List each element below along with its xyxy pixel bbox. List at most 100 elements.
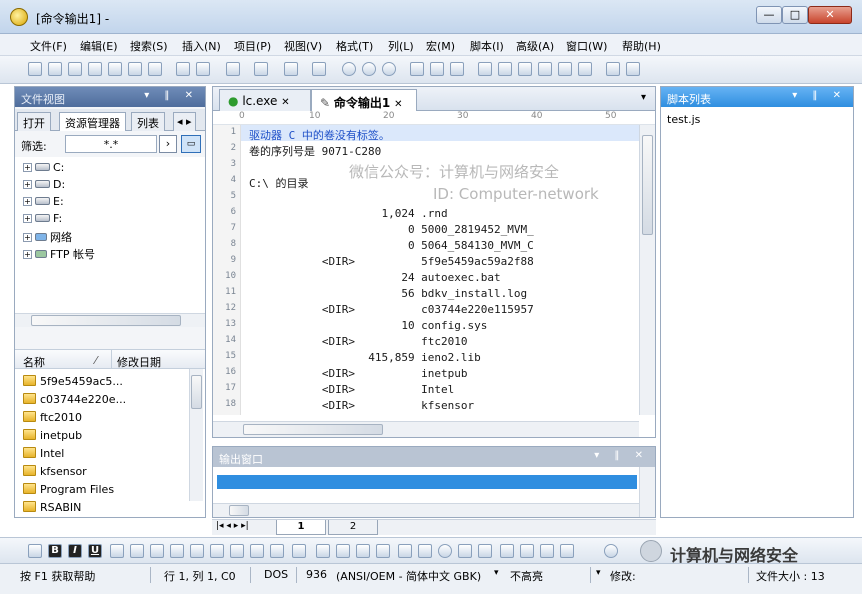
back-icon[interactable] [48,62,62,76]
tree-hscrollbar[interactable] [15,313,205,327]
sheet-tab-2[interactable]: 2 [328,520,378,535]
menu-column[interactable]: 列(L) [388,38,414,54]
play-macro-icon[interactable] [342,62,356,76]
form-icon[interactable] [292,544,306,558]
find-icon[interactable] [478,62,492,76]
split-horizontal-icon[interactable] [606,62,620,76]
list-item[interactable]: 5f9e5459ac5... [23,375,123,391]
tab-open[interactable]: 打开 [17,112,51,131]
heading-icon[interactable] [190,544,204,558]
filter-input[interactable]: *.* [65,135,157,153]
maximize-button[interactable]: □ [782,6,808,24]
sheet-nav-icon[interactable]: |◂ ◂ ▸ ▸| [216,521,249,531]
list-item[interactable]: kfsensor [23,465,87,481]
list-item[interactable]: RSABIN [23,501,81,515]
tab-command-output[interactable]: ✎ 命令输出1 ✕ [311,89,417,112]
hex-icon[interactable] [254,62,268,76]
list-item[interactable]: ftc2010 [23,411,82,427]
minimize-button[interactable]: — [756,6,782,24]
menu-macro[interactable]: 宏(M) [426,38,455,54]
print-preview-icon[interactable] [196,62,210,76]
align-right-icon[interactable] [250,544,264,558]
save-icon[interactable] [128,62,142,76]
menu-view[interactable]: 视图(V) [284,38,322,54]
cut-icon[interactable] [410,62,424,76]
tree-item-network[interactable]: + 网络 [23,229,72,245]
menu-format[interactable]: 格式(T) [336,38,373,54]
radio-icon[interactable] [438,544,452,558]
new-file-icon[interactable] [88,62,102,76]
record-macro-icon[interactable] [362,62,376,76]
bookmark-icon[interactable] [578,62,592,76]
comment-icon[interactable] [560,544,574,558]
pane-controls-icon[interactable]: ▾ ‖ ✕ [792,90,847,101]
sheet-tab-1[interactable]: 1 [276,520,326,535]
find-in-files-icon[interactable] [538,62,552,76]
tree-item-f[interactable]: + F: [23,212,62,228]
open-file-icon[interactable] [108,62,122,76]
button-icon[interactable] [356,544,370,558]
menu-advanced[interactable]: 高级(A) [516,38,554,54]
find-next-icon[interactable] [498,62,512,76]
media-icon[interactable] [478,544,492,558]
filter-go-icon[interactable]: › [159,135,177,153]
textbox-icon[interactable] [336,544,350,558]
status-codepage[interactable]: 936 [306,568,327,581]
link-icon[interactable] [520,544,534,558]
editor-vscrollbar[interactable] [639,125,655,415]
align-left-icon[interactable] [210,544,224,558]
list-icon[interactable] [150,544,164,558]
tab-list[interactable]: 列表 [131,112,165,131]
tree-item-d[interactable]: + D: [23,178,65,194]
goto-icon[interactable] [558,62,572,76]
menu-file[interactable]: 文件(F) [30,38,67,54]
editor-hscrollbar[interactable] [213,421,639,437]
tab-lc-exe[interactable]: ● lc.exe ✕ [219,89,311,111]
tree-item-c[interactable]: + C: [23,161,64,177]
copy-icon[interactable] [430,62,444,76]
tab-explorer[interactable]: 资源管理器 [59,112,126,132]
pane-controls-icon[interactable]: ▾ ‖ ✕ [594,450,649,461]
browse-folder-icon[interactable]: ▭ [181,135,201,153]
tree-item-e[interactable]: + E: [23,195,64,211]
image-icon[interactable] [458,544,472,558]
menu-window[interactable]: 窗口(W) [566,38,607,54]
list-item[interactable]: inetpub [23,429,82,445]
menu-insert[interactable]: 插入(N) [182,38,221,54]
list-item[interactable]: Program Files [23,483,114,499]
bold-icon[interactable]: B [48,544,62,558]
anchor-icon[interactable] [500,544,514,558]
table-icon[interactable] [130,544,144,558]
stop-macro-icon[interactable] [382,62,396,76]
select-icon[interactable] [376,544,390,558]
forward-icon[interactable] [68,62,82,76]
output-vscrollbar[interactable] [639,467,655,517]
status-encoding[interactable]: (ANSI/OEM - 简体中文 GBK) [336,568,481,584]
close-button[interactable]: ✕ [808,6,852,24]
column-name[interactable]: 名称 [23,354,45,370]
status-highlight[interactable]: 不高亮 [510,568,543,584]
column-modified[interactable]: 修改日期 [117,354,161,370]
outline-icon[interactable] [28,544,42,558]
html-tag-icon[interactable] [110,544,124,558]
properties-icon[interactable] [226,62,240,76]
output-hscrollbar[interactable] [213,503,639,517]
status-line-ending[interactable]: DOS [264,568,288,581]
modified-dropdown-icon[interactable]: ▾ [596,568,601,578]
tab-list-dropdown-icon[interactable]: ▾ [641,92,646,103]
tab-scroll-icon[interactable]: ◂ ▸ [173,112,196,131]
justify-icon[interactable] [270,544,284,558]
map-icon[interactable] [540,544,554,558]
replace-icon[interactable] [518,62,532,76]
option-icon[interactable] [398,544,412,558]
pane-controls-icon[interactable]: ▾ ‖ ✕ [144,90,199,101]
output-selection-bar[interactable] [217,475,637,489]
paste-icon[interactable] [450,62,464,76]
italic-icon[interactable]: I [68,544,82,558]
paragraph-icon[interactable] [170,544,184,558]
file-list-vscrollbar[interactable] [189,369,203,501]
list-item[interactable]: Intel [23,447,64,463]
menu-search[interactable]: 搜索(S) [130,38,168,54]
browser-icon[interactable] [604,544,618,558]
align-center-icon[interactable] [230,544,244,558]
